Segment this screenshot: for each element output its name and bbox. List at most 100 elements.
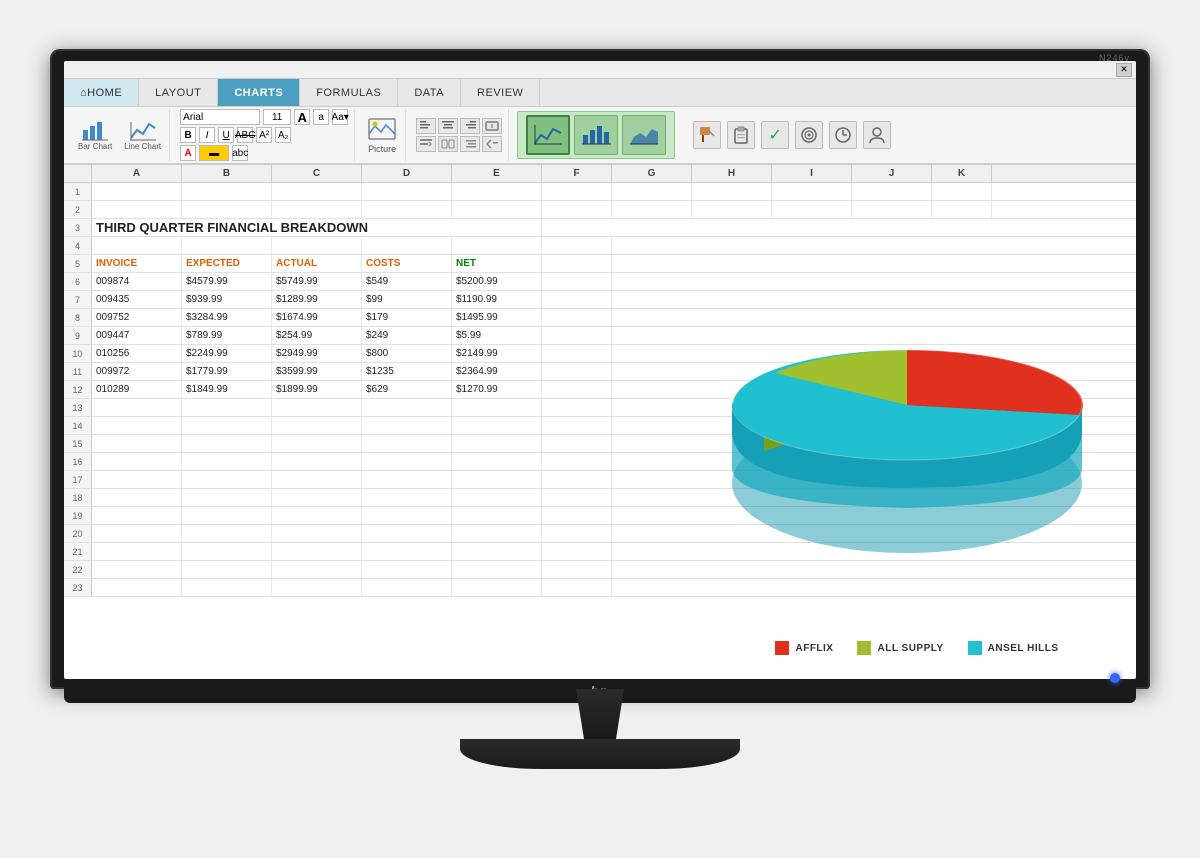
cell-2k[interactable]: [932, 201, 992, 218]
cell-1h[interactable]: [692, 183, 772, 200]
superscript-button[interactable]: A²: [256, 127, 272, 143]
cell-9a[interactable]: 009447: [92, 327, 182, 344]
cell-1d[interactable]: [362, 183, 452, 200]
font-a-large[interactable]: A: [294, 109, 310, 125]
font-color-box[interactable]: ▬: [199, 145, 229, 161]
indent-btn[interactable]: [460, 136, 480, 152]
cell-8d[interactable]: $179: [362, 309, 452, 326]
align-right-top[interactable]: [460, 118, 480, 134]
cell-1a[interactable]: [92, 183, 182, 200]
cell-4c[interactable]: [272, 237, 362, 254]
merge-btn[interactable]: [438, 136, 458, 152]
tab-layout[interactable]: LAYOUT: [139, 79, 218, 106]
cell-10b[interactable]: $2249.99: [182, 345, 272, 362]
cell-9c[interactable]: $254.99: [272, 327, 362, 344]
cell-8b[interactable]: $3284.99: [182, 309, 272, 326]
cell-8e[interactable]: $1495.99: [452, 309, 542, 326]
power-indicator[interactable]: [1110, 673, 1120, 683]
underline-button[interactable]: U: [218, 127, 234, 143]
cell-10d[interactable]: $800: [362, 345, 452, 362]
cell-2a[interactable]: [92, 201, 182, 218]
cell-1k[interactable]: [932, 183, 992, 200]
font-a-small[interactable]: a: [313, 109, 329, 125]
outdent-btn[interactable]: [482, 136, 502, 152]
cell-4a[interactable]: [92, 237, 182, 254]
cell-12a[interactable]: 010289: [92, 381, 182, 398]
wrap-text-btn[interactable]: [416, 136, 436, 152]
cell-5b[interactable]: EXPECTED: [182, 255, 272, 272]
cell-9d[interactable]: $249: [362, 327, 452, 344]
cell-9f[interactable]: [542, 327, 612, 344]
tab-charts[interactable]: CHARTS: [218, 79, 300, 106]
cell-10a[interactable]: 010256: [92, 345, 182, 362]
cell-6f[interactable]: [542, 273, 612, 290]
cell-10e[interactable]: $2149.99: [452, 345, 542, 362]
line-chart-button[interactable]: Line Chart: [122, 118, 163, 153]
cell-11e[interactable]: $2364.99: [452, 363, 542, 380]
format-painter-btn[interactable]: [693, 121, 721, 149]
cell-2g[interactable]: [612, 201, 692, 218]
cell-8f[interactable]: [542, 309, 612, 326]
area-type-btn[interactable]: [622, 115, 666, 155]
user-btn[interactable]: [863, 121, 891, 149]
tab-data[interactable]: DATA: [398, 79, 461, 106]
cell-1b[interactable]: [182, 183, 272, 200]
font-aa-btn[interactable]: Aa▾: [332, 109, 348, 125]
cell-11b[interactable]: $1779.99: [182, 363, 272, 380]
cell-6c[interactable]: $5749.99: [272, 273, 362, 290]
font-name-input[interactable]: [180, 109, 260, 125]
target-btn[interactable]: [795, 121, 823, 149]
cell-2f[interactable]: [542, 201, 612, 218]
clipboard-btn[interactable]: [727, 121, 755, 149]
font-size-input[interactable]: [263, 109, 291, 125]
cell-11c[interactable]: $3599.99: [272, 363, 362, 380]
bar-type-btn[interactable]: [574, 115, 618, 155]
cell-1i[interactable]: [772, 183, 852, 200]
cell-7a[interactable]: 009435: [92, 291, 182, 308]
cell-1f[interactable]: [542, 183, 612, 200]
cell-5f[interactable]: [542, 255, 612, 272]
bold-button[interactable]: B: [180, 127, 196, 143]
cell-10c[interactable]: $2949.99: [272, 345, 362, 362]
cell-10f[interactable]: [542, 345, 612, 362]
cell-11d[interactable]: $1235: [362, 363, 452, 380]
cell-8c[interactable]: $1674.99: [272, 309, 362, 326]
cell-1g[interactable]: [612, 183, 692, 200]
bar-chart-button[interactable]: Bar Chart: [76, 118, 114, 153]
cell-9b[interactable]: $789.99: [182, 327, 272, 344]
cell-6b[interactable]: $4579.99: [182, 273, 272, 290]
italic-button[interactable]: I: [199, 127, 215, 143]
cell-2b[interactable]: [182, 201, 272, 218]
font-abc[interactable]: abc: [232, 145, 248, 161]
cell-6e[interactable]: $5200.99: [452, 273, 542, 290]
cell-12d[interactable]: $629: [362, 381, 452, 398]
cell-12f[interactable]: [542, 381, 612, 398]
cell-7c[interactable]: $1289.99: [272, 291, 362, 308]
align-left-top[interactable]: [416, 118, 436, 134]
cell-1e[interactable]: [452, 183, 542, 200]
align-left-bottom[interactable]: [482, 118, 502, 134]
cell-5a[interactable]: INVOICE: [92, 255, 182, 272]
line-type-btn[interactable]: [526, 115, 570, 155]
cell-5c[interactable]: ACTUAL: [272, 255, 362, 272]
cell-6d[interactable]: $549: [362, 273, 452, 290]
cell-3a-title[interactable]: THIRD QUARTER FINANCIAL BREAKDOWN: [92, 219, 542, 236]
cell-1j[interactable]: [852, 183, 932, 200]
align-center-top[interactable]: [438, 118, 458, 134]
cell-2d[interactable]: [362, 201, 452, 218]
cell-2c[interactable]: [272, 201, 362, 218]
strikethrough-button[interactable]: ABC: [237, 127, 253, 143]
cell-7b[interactable]: $939.99: [182, 291, 272, 308]
clock-btn[interactable]: [829, 121, 857, 149]
subscript-button[interactable]: A₂: [275, 127, 291, 143]
close-button[interactable]: ✕: [1116, 63, 1132, 77]
cell-7f[interactable]: [542, 291, 612, 308]
cell-12e[interactable]: $1270.99: [452, 381, 542, 398]
cell-2j[interactable]: [852, 201, 932, 218]
cell-7e[interactable]: $1190.99: [452, 291, 542, 308]
cell-8a[interactable]: 009752: [92, 309, 182, 326]
cell-11f[interactable]: [542, 363, 612, 380]
cell-1c[interactable]: [272, 183, 362, 200]
cell-2i[interactable]: [772, 201, 852, 218]
tab-home[interactable]: ⌂ HOME: [64, 79, 139, 106]
